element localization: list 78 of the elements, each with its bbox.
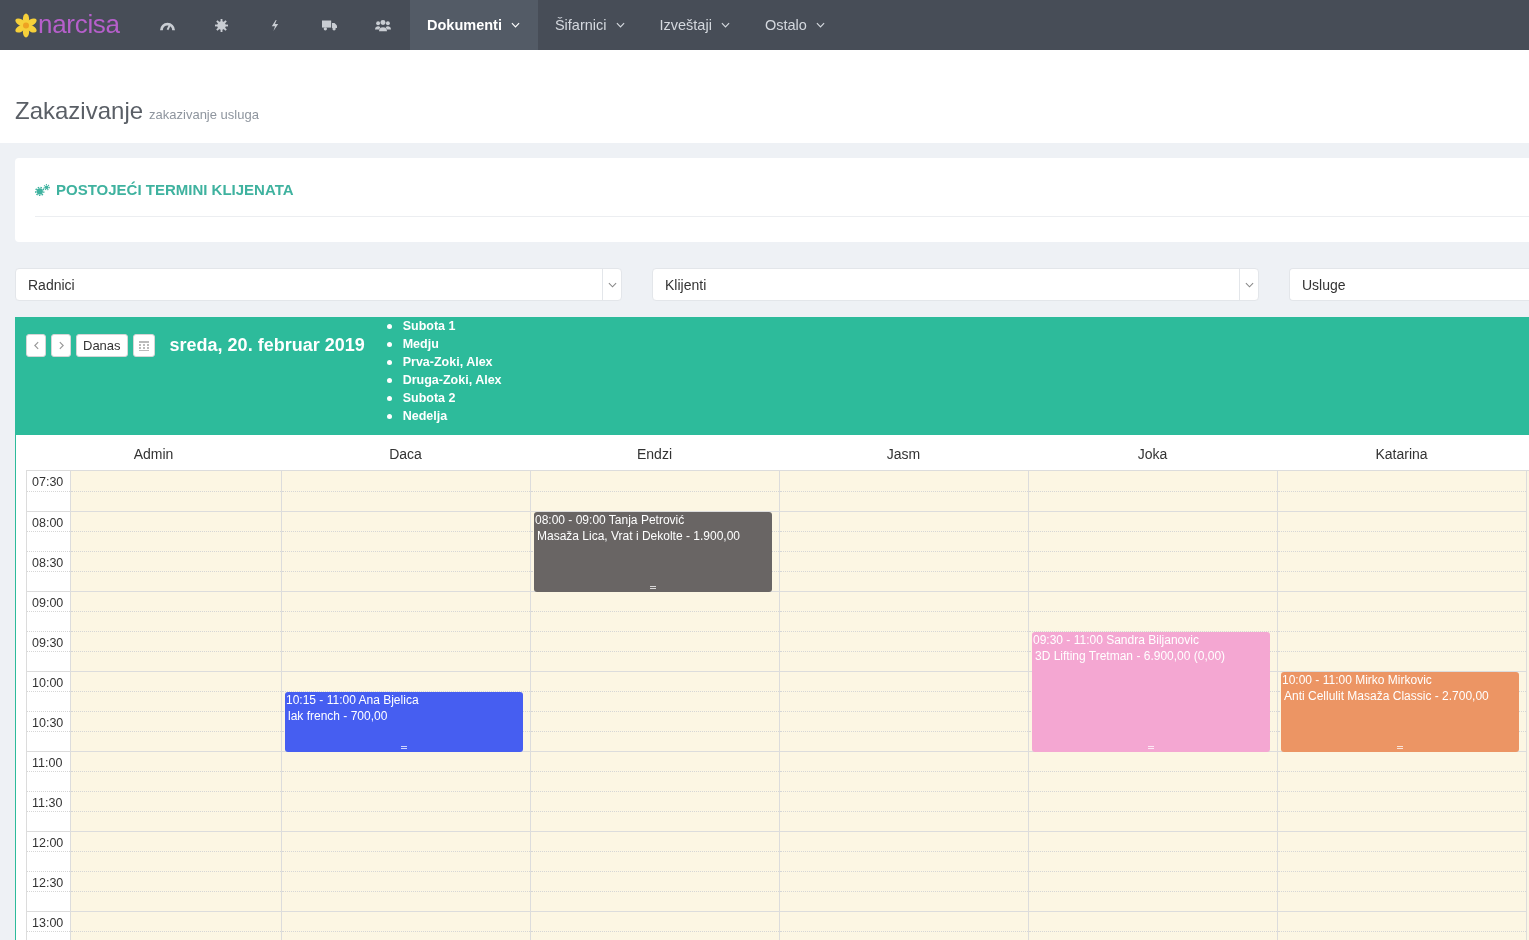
gears-icon xyxy=(35,183,50,196)
chevron-down-icon xyxy=(720,22,730,28)
bullet-icon xyxy=(386,413,392,419)
today-button[interactable]: Danas xyxy=(76,334,128,357)
event-client: Sandra Biljanovic xyxy=(1106,633,1199,647)
page-subtitle: zakazivanje usluga xyxy=(149,107,259,122)
legend-item: Medju xyxy=(402,337,439,351)
chevron-down-icon xyxy=(615,22,625,28)
chevron-down-icon xyxy=(815,22,825,28)
select-field[interactable]: Klijenti xyxy=(652,268,1259,301)
chevron-left-icon xyxy=(33,341,39,350)
chevron-down-icon xyxy=(1244,281,1254,288)
resize-handle-icon[interactable] xyxy=(1148,746,1154,749)
event-time: 09:30 - 11:00 xyxy=(1033,633,1103,647)
prev-button[interactable] xyxy=(26,334,46,357)
time-label: 13:00 xyxy=(31,915,64,931)
page-title: Zakazivanje xyxy=(15,96,144,126)
legend-item: Druga-Zoki, Alex xyxy=(402,373,502,387)
bullet-icon xyxy=(386,341,392,347)
time-label: 11:30 xyxy=(31,795,63,811)
column-header: Jasm xyxy=(886,445,921,462)
column-header: Admin xyxy=(133,445,174,462)
card-title: POSTOJEĆI TERMINI KLIJENATA xyxy=(56,181,294,198)
event-service: Masaža Lica, Vrat i Dekolte - 1.900,00 xyxy=(537,529,740,543)
time-label: 10:30 xyxy=(31,715,64,731)
resize-handle-icon[interactable] xyxy=(401,746,407,749)
appointment-event[interactable]: 10:15 - 11:00 Ana Bjelica lak french - 700,00 xyxy=(285,692,523,752)
nav-menu-item[interactable]: Ostalo xyxy=(747,0,843,50)
time-label: 09:00 xyxy=(31,595,64,611)
chevron-right-icon xyxy=(58,341,64,350)
legend-item: Subota 1 xyxy=(402,319,456,333)
bullet-icon xyxy=(386,395,392,401)
time-label: 09:30 xyxy=(31,635,64,651)
legend-item: Nedelja xyxy=(402,409,448,423)
time-label: 08:00 xyxy=(31,515,64,531)
nav-menu-item[interactable]: Dokumenti xyxy=(410,0,538,50)
time-label: 12:00 xyxy=(31,835,64,851)
event-time: 10:15 - 11:00 xyxy=(286,693,356,707)
bolt-icon[interactable] xyxy=(271,18,279,32)
event-client: Mirko Mirkovic xyxy=(1355,673,1432,687)
legend-item: Prva-Zoki, Alex xyxy=(402,355,493,369)
select-field[interactable]: Usluge xyxy=(1289,268,1529,301)
cog-icon[interactable] xyxy=(214,18,228,32)
event-time: 08:00 - 09:00 xyxy=(535,513,606,527)
event-time: 10:00 - 11:00 xyxy=(1282,673,1352,687)
select-field[interactable]: Radnici xyxy=(15,268,622,301)
truck-icon[interactable] xyxy=(321,19,337,31)
calendar-icon xyxy=(138,340,149,351)
legend-item: Subota 2 xyxy=(402,391,456,405)
column-header: Katarina xyxy=(1375,445,1428,462)
column-header: Daca xyxy=(389,445,422,462)
column-header: Endzi xyxy=(637,445,672,462)
chevron-down-icon xyxy=(510,22,520,28)
event-client: Ana Bjelica xyxy=(358,693,419,707)
time-label: 10:00 xyxy=(31,675,64,691)
time-label: 12:30 xyxy=(31,875,64,891)
event-service: lak french - 700,00 xyxy=(288,709,388,723)
flower-icon xyxy=(14,12,38,38)
nav-menu-item[interactable]: Šifarnici xyxy=(537,0,643,50)
event-service: 3D Lifting Tretman - 6.900,00 (0,00) xyxy=(1035,649,1226,663)
next-button[interactable] xyxy=(51,334,71,357)
event-service: Anti Cellulit Masaža Classic - 2.700,00 xyxy=(1284,689,1489,703)
bullet-icon xyxy=(386,323,392,329)
appointment-event[interactable]: 08:00 - 09:00 Tanja Petrović Masaža Lica, Vrat i Dekolte - 1.900,00 xyxy=(534,512,772,592)
date-picker-button[interactable] xyxy=(132,334,155,357)
time-label: 08:30 xyxy=(31,555,64,571)
resize-handle-icon[interactable] xyxy=(650,586,656,589)
resize-handle-icon[interactable] xyxy=(1397,746,1403,749)
time-label: 11:00 xyxy=(31,755,63,771)
users-icon[interactable] xyxy=(375,18,391,32)
calendar-date-title: sreda, 20. februar 2019 xyxy=(169,334,365,357)
event-client: Tanja Petrović xyxy=(608,513,685,527)
chevron-down-icon xyxy=(607,281,617,288)
time-label: 07:30 xyxy=(31,474,64,490)
bullet-icon xyxy=(386,377,392,383)
nav-menu-item[interactable]: Izveštaji xyxy=(642,0,748,50)
column-header: Joka xyxy=(1137,445,1168,462)
bullet-icon xyxy=(386,359,392,365)
